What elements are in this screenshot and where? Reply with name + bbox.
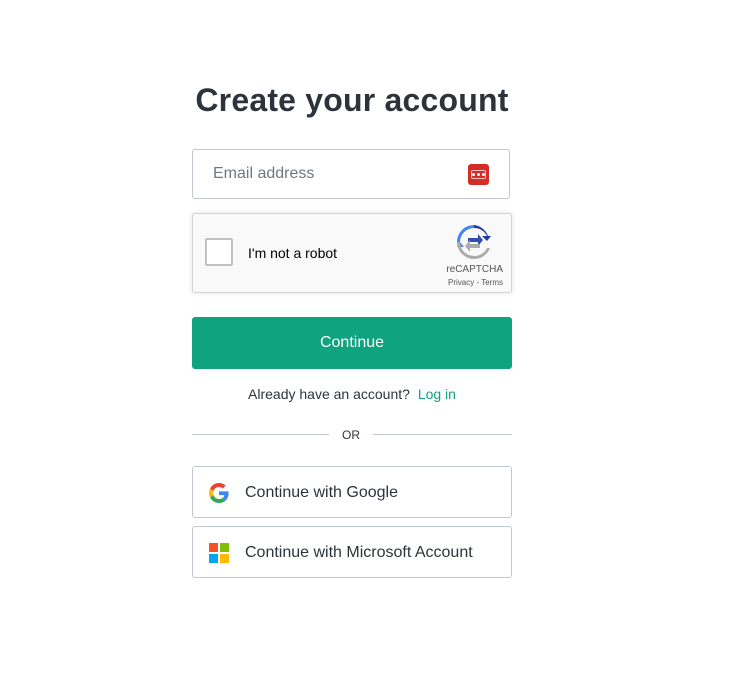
recaptcha-checkbox[interactable] <box>205 238 233 266</box>
divider-text: OR <box>342 428 360 442</box>
recaptcha-brand: reCAPTCHA <box>446 264 503 275</box>
continue-with-google-button[interactable]: Continue with Google <box>192 466 512 518</box>
recaptcha-widget: I'm not a robot reCAPTCHA Privacy - Term… <box>192 213 512 293</box>
recaptcha-terms-link[interactable]: Terms <box>481 278 503 287</box>
login-link[interactable]: Log in <box>418 386 456 402</box>
recaptcha-links: Privacy - Terms <box>448 278 503 287</box>
continue-with-microsoft-button[interactable]: Continue with Microsoft Account <box>192 526 512 578</box>
login-prompt: Already have an account? Log in <box>192 386 512 402</box>
google-button-label: Continue with Google <box>245 484 398 501</box>
signup-page: Create your account I'm not a robot reCA… <box>0 0 733 680</box>
microsoft-icon <box>209 543 229 563</box>
email-field[interactable] <box>213 150 463 198</box>
microsoft-button-label: Continue with Microsoft Account <box>245 544 473 561</box>
page-title: Create your account <box>195 82 509 118</box>
continue-button[interactable]: Continue <box>192 317 512 369</box>
email-field-container[interactable] <box>192 149 510 199</box>
divider-line-right <box>373 434 512 435</box>
google-icon <box>209 483 229 503</box>
login-prompt-text: Already have an account? <box>248 386 410 402</box>
recaptcha-logo-icon <box>457 225 491 260</box>
recaptcha-label: I'm not a robot <box>248 245 338 261</box>
password-manager-icon[interactable] <box>468 164 489 185</box>
or-divider: OR <box>192 427 512 443</box>
recaptcha-privacy-link[interactable]: Privacy <box>448 278 474 287</box>
divider-line-left <box>192 434 329 435</box>
